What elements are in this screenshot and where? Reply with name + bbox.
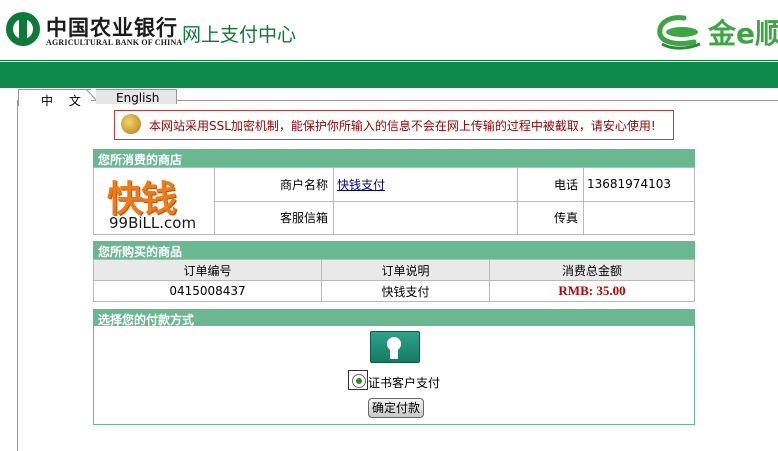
fax-value xyxy=(583,200,695,235)
merchant-section-title: 您所消费的商店 xyxy=(98,153,183,167)
table-row: 0415008437 快钱支付 RMB: 35.00 xyxy=(93,280,695,302)
certificate-payment-radio[interactable] xyxy=(352,374,366,388)
brand-name: 金e顺 xyxy=(708,17,778,50)
email-label: 客服信箱 xyxy=(214,200,334,235)
merchant-name-link[interactable]: 快钱支付 xyxy=(337,178,385,192)
page-title: 网上支付中心 xyxy=(182,24,297,46)
fax-label: 传真 xyxy=(517,200,584,235)
bank-name-en: AGRICULTURAL BANK OF CHINA xyxy=(46,38,183,47)
99bill-logo-text-bottom: 99BiLL.com xyxy=(109,214,197,232)
order-no-value: 0415008437 xyxy=(93,280,322,302)
jineshun-logo-icon xyxy=(657,15,701,50)
merchant-section-header: 您所消费的商店 xyxy=(93,149,695,167)
merchant-name-cell: 快钱支付 xyxy=(333,167,518,202)
ssl-notice-text: 本网站采用SSL加密机制，能保护你所输入的信息不会在网上传输的过程中被截取，请安… xyxy=(149,119,656,133)
ssl-seal-icon xyxy=(121,114,141,134)
column-header-order-no: 订单编号 xyxy=(93,259,322,281)
ssl-notice: 本网站采用SSL加密机制，能保护你所输入的信息不会在网上传输的过程中被截取，请安… xyxy=(114,110,674,140)
tab-chinese-label: 中 文 xyxy=(41,94,87,108)
certificate-icon xyxy=(370,331,420,363)
tab-english-label: English xyxy=(116,91,160,105)
column-header-description: 订单说明 xyxy=(321,259,490,281)
phone-value: 13681974103 xyxy=(583,167,695,202)
tab-english[interactable]: English xyxy=(96,89,177,105)
merchant-table: 快钱 99BiLL.com 商户名称 快钱支付 电话 13681974103 客… xyxy=(93,167,695,235)
goods-section-title: 您所购买的商品 xyxy=(98,245,183,259)
merchant-name-label: 商户名称 xyxy=(214,167,334,202)
email-value xyxy=(333,200,518,235)
abc-bank-logo-icon xyxy=(6,12,40,46)
header-divider xyxy=(0,60,778,61)
tab-chinese[interactable]: 中 文 xyxy=(18,89,91,108)
goods-table: 订单编号 订单说明 消费总金额 0415008437 快钱支付 RMB: 35.… xyxy=(93,259,695,302)
99bill-logo: 快钱 99BiLL.com xyxy=(99,170,209,232)
goods-section-header: 您所购买的商品 xyxy=(93,241,695,259)
column-header-amount: 消费总金额 xyxy=(489,259,695,281)
green-banner-bar xyxy=(0,62,778,88)
phone-label: 电话 xyxy=(517,167,584,202)
payment-method-box: 证书客户支付 确定付款 xyxy=(93,326,695,425)
amount-value: RMB: 35.00 xyxy=(558,283,626,298)
header: 中国农业银行 AGRICULTURAL BANK OF CHINA 网上支付中心… xyxy=(0,0,778,62)
certificate-payment-label[interactable]: 证书客户支付 xyxy=(368,374,440,391)
amount-value-cell: RMB: 35.00 xyxy=(489,280,695,302)
description-value: 快钱支付 xyxy=(321,280,490,302)
payment-section-header: 选择您的付款方式 xyxy=(93,309,695,327)
merchant-logo-cell: 快钱 99BiLL.com xyxy=(93,167,215,235)
confirm-payment-button[interactable]: 确定付款 xyxy=(368,398,424,418)
